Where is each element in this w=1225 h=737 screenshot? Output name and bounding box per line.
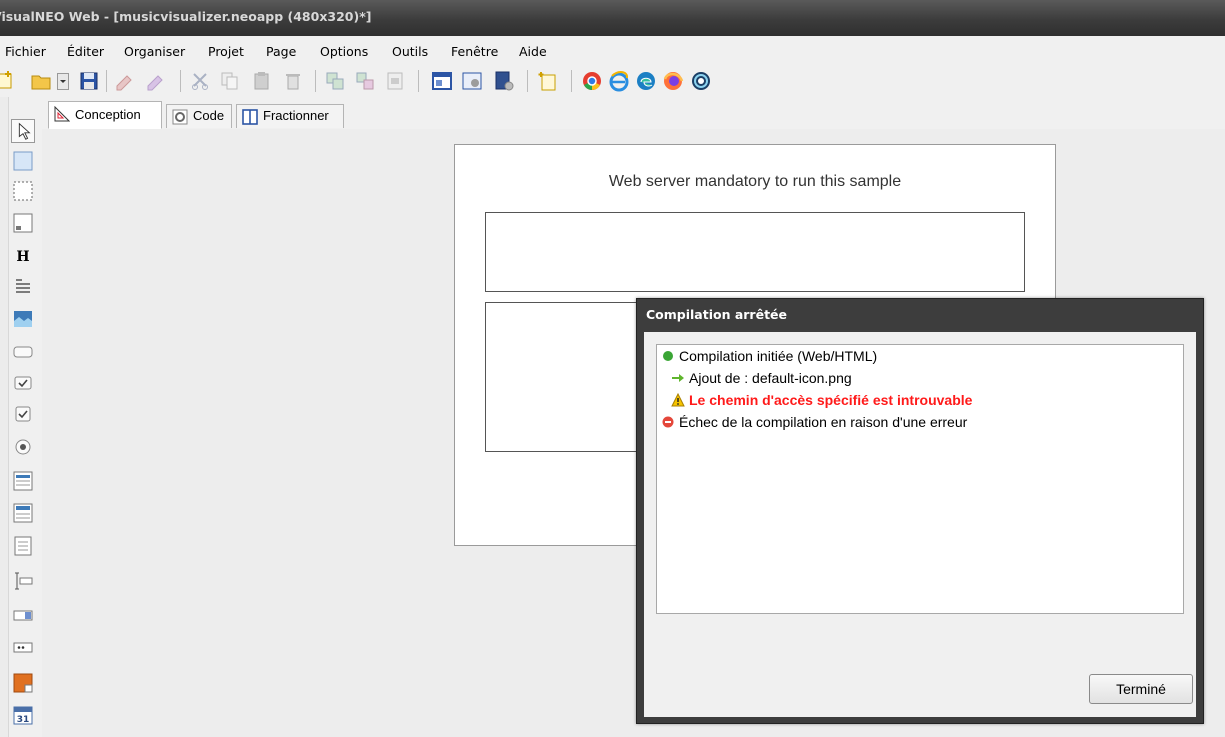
- pointer-tool-icon[interactable]: [11, 119, 35, 143]
- done-button[interactable]: Terminé: [1089, 674, 1193, 704]
- color-picker-tool-icon[interactable]: [11, 671, 35, 695]
- menu-fichier[interactable]: Fichier: [5, 44, 46, 59]
- toolbar-separator: [418, 70, 419, 92]
- toolbar-separator: [106, 70, 107, 92]
- svg-text:31: 31: [17, 715, 30, 725]
- button-tool-icon[interactable]: [11, 340, 35, 364]
- menu-options[interactable]: Options: [320, 44, 368, 59]
- toolbar-separator: [180, 70, 181, 92]
- align-icon[interactable]: [384, 70, 406, 92]
- log-line-text: Ajout de : default-icon.png: [689, 370, 852, 386]
- toolbar-separator: [571, 70, 572, 92]
- log-line-text: Le chemin d'accès spécifié est introuvab…: [689, 392, 973, 408]
- tab-conception-label: Conception: [75, 107, 141, 122]
- panel-tool-icon[interactable]: [11, 211, 35, 235]
- log-line: Compilation initiée (Web/HTML): [661, 347, 877, 365]
- toolbar-separator: [315, 70, 316, 92]
- menu-bar: Fichier Éditer Organiser Projet Page Opt…: [0, 36, 1225, 66]
- page-notice-text[interactable]: Web server mandatory to run this sample: [455, 173, 1055, 191]
- menu-page[interactable]: Page: [266, 44, 296, 59]
- green-arrow-icon: [672, 374, 684, 382]
- toolbar-separator: [527, 70, 528, 92]
- split-view-icon: [242, 109, 258, 125]
- rectangle-tool-icon[interactable]: [11, 179, 35, 203]
- paragraph-tool-icon[interactable]: [11, 275, 35, 299]
- app-properties-icon[interactable]: [431, 70, 453, 92]
- new-page-icon[interactable]: [0, 70, 16, 92]
- open-folder-icon[interactable]: [30, 70, 52, 92]
- delete-icon[interactable]: [282, 70, 304, 92]
- file-input-tool-icon[interactable]: [11, 603, 35, 627]
- chrome-icon[interactable]: [581, 70, 603, 92]
- tab-fractionner[interactable]: Fractionner: [236, 104, 344, 128]
- warning-icon: [671, 393, 685, 407]
- heading-tool-icon[interactable]: H: [11, 245, 35, 269]
- tab-fractionner-label: Fractionner: [263, 108, 329, 123]
- textarea-tool-icon[interactable]: [11, 534, 35, 558]
- ungroup-icon[interactable]: [354, 70, 376, 92]
- dialog-title: Compilation arrêtée: [646, 307, 788, 322]
- tab-code-label: Code: [193, 108, 225, 123]
- date-picker-tool-icon[interactable]: 31: [11, 703, 35, 727]
- combobox-tool-icon[interactable]: [11, 501, 35, 525]
- ie-icon[interactable]: [608, 70, 630, 92]
- green-dot-icon: [663, 351, 673, 361]
- copy-icon[interactable]: [219, 70, 241, 92]
- page-properties-icon[interactable]: [461, 70, 483, 92]
- password-tool-icon[interactable]: [11, 635, 35, 659]
- compilation-log[interactable]: Compilation initiée (Web/HTML) Ajout de …: [656, 344, 1184, 614]
- save-icon[interactable]: [78, 70, 100, 92]
- error-icon: [662, 416, 674, 428]
- checkbox-tool-icon[interactable]: [11, 371, 35, 395]
- window-title: VisualNEO Web - [musicvisualizer.neoapp …: [0, 9, 372, 24]
- dropdown-arrow-icon[interactable]: [57, 70, 69, 92]
- tab-code[interactable]: Code: [166, 104, 232, 128]
- firefox-icon[interactable]: [662, 70, 684, 92]
- listbox-tool-icon[interactable]: [11, 469, 35, 493]
- edge-icon[interactable]: [635, 70, 657, 92]
- tool-palette: H 31: [0, 97, 43, 737]
- log-line-text: Échec de la compilation en raison d'une …: [679, 414, 968, 430]
- menu-organiser[interactable]: Organiser: [124, 44, 185, 59]
- radio-tool-icon[interactable]: [11, 435, 35, 459]
- editor-tabs: Conception Code Fractionner: [42, 97, 1225, 130]
- log-line-error: Le chemin d'accès spécifié est introuvab…: [671, 391, 972, 409]
- paste-icon[interactable]: [251, 70, 273, 92]
- publish-icon[interactable]: [493, 70, 515, 92]
- checkbox-alt-tool-icon[interactable]: [11, 402, 35, 426]
- image-tool-icon[interactable]: [11, 307, 35, 331]
- design-ruler-icon: [54, 106, 70, 122]
- window-title-bar: VisualNEO Web - [musicvisualizer.neoapp …: [0, 0, 1225, 36]
- palette-gutter: [0, 97, 9, 737]
- menu-projet[interactable]: Projet: [208, 44, 244, 59]
- opera-icon[interactable]: [690, 70, 712, 92]
- main-toolbar: [0, 66, 1225, 97]
- menu-outils[interactable]: Outils: [392, 44, 428, 59]
- menu-editer[interactable]: Éditer: [67, 44, 104, 59]
- log-line: Échec de la compilation en raison d'une …: [661, 413, 967, 431]
- undo-icon[interactable]: [113, 70, 135, 92]
- group-icon[interactable]: [324, 70, 346, 92]
- preview-icon[interactable]: [537, 70, 559, 92]
- log-line: Ajout de : default-icon.png: [671, 369, 852, 387]
- container-tool-icon[interactable]: [11, 149, 35, 173]
- cut-icon[interactable]: [189, 70, 211, 92]
- code-gear-icon: [172, 109, 188, 125]
- menu-aide[interactable]: Aide: [519, 44, 547, 59]
- log-line-text: Compilation initiée (Web/HTML): [679, 348, 878, 364]
- dialog-body: Compilation initiée (Web/HTML) Ajout de …: [644, 332, 1196, 717]
- redo-icon[interactable]: [144, 70, 166, 92]
- compilation-dialog: Compilation arrêtée Compilation initiée …: [636, 298, 1204, 724]
- tab-conception[interactable]: Conception: [48, 101, 162, 129]
- text-input-tool-icon[interactable]: [11, 569, 35, 593]
- menu-fenetre[interactable]: Fenêtre: [451, 44, 498, 59]
- page-element-box-top[interactable]: [485, 212, 1025, 292]
